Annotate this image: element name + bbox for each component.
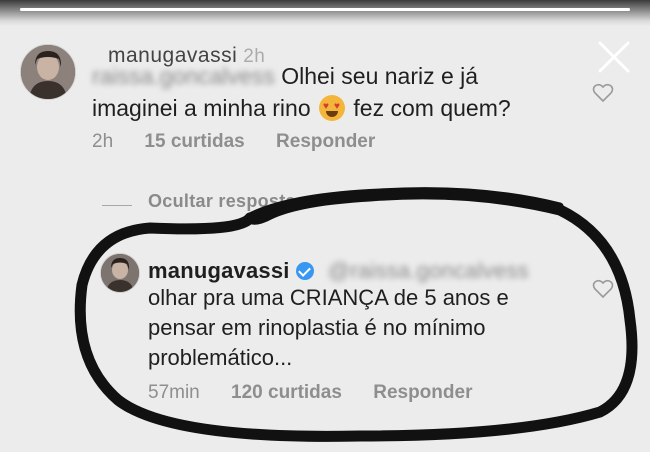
reply-header: manugavassi @raissa.goncalvess [148,258,529,284]
story-progress-bar [20,8,630,11]
comment-text-part3: fez com quem? [353,95,511,121]
story-top-bar [0,0,650,26]
story-progress-fill [20,8,630,11]
comment-like-heart-icon[interactable] [592,83,614,103]
comment-text-part1: Olhei seu nariz e já [281,63,479,89]
comment-text-line1: raissa.goncalvess Olhei seu nariz e já [92,60,478,92]
reply-like-heart-icon[interactable] [592,279,614,299]
close-icon[interactable] [597,40,631,74]
reply-reply-button[interactable]: Responder [373,382,472,403]
reply-meta: 57min 120 curtidas Responder [148,382,498,404]
reply-likes[interactable]: 120 curtidas [231,382,342,403]
commenter-avatar[interactable] [20,44,76,100]
comment-text-line2: imaginei a minha rino ♥ ♥ fez com quem? [92,92,511,124]
reply-time: 57min [148,382,200,403]
reply-avatar[interactable] [100,253,140,293]
reply-text-line1: olhar pra uma CRIANÇA de 5 anos e [148,285,509,310]
reply-text-line2: pensar em rinoplastia é no mínimo [148,315,486,340]
reply-username[interactable]: manugavassi [148,258,290,283]
comment-meta: 2h 15 curtidas Responder [92,131,401,153]
comment-text-part2: imaginei a minha rino [92,95,311,121]
heart-eyes-emoji-icon: ♥ ♥ [319,95,346,121]
verified-badge-icon [295,262,314,280]
comment-likes[interactable]: 15 curtidas [144,131,244,152]
reply-text-line3: problemático... [148,345,293,370]
reply-mention-blurred[interactable]: @raissa.goncalvess [328,258,529,284]
comment-time: 2h [92,131,114,152]
comment-mention-blurred[interactable]: raissa.goncalvess [92,60,275,92]
hide-replies-button[interactable]: Ocultar respostas [148,191,306,212]
comment-reply-button[interactable]: Responder [276,131,375,152]
reply-text: olhar pra uma CRIANÇA de 5 anos e pensar… [148,283,509,373]
hide-replies-divider [102,205,132,206]
